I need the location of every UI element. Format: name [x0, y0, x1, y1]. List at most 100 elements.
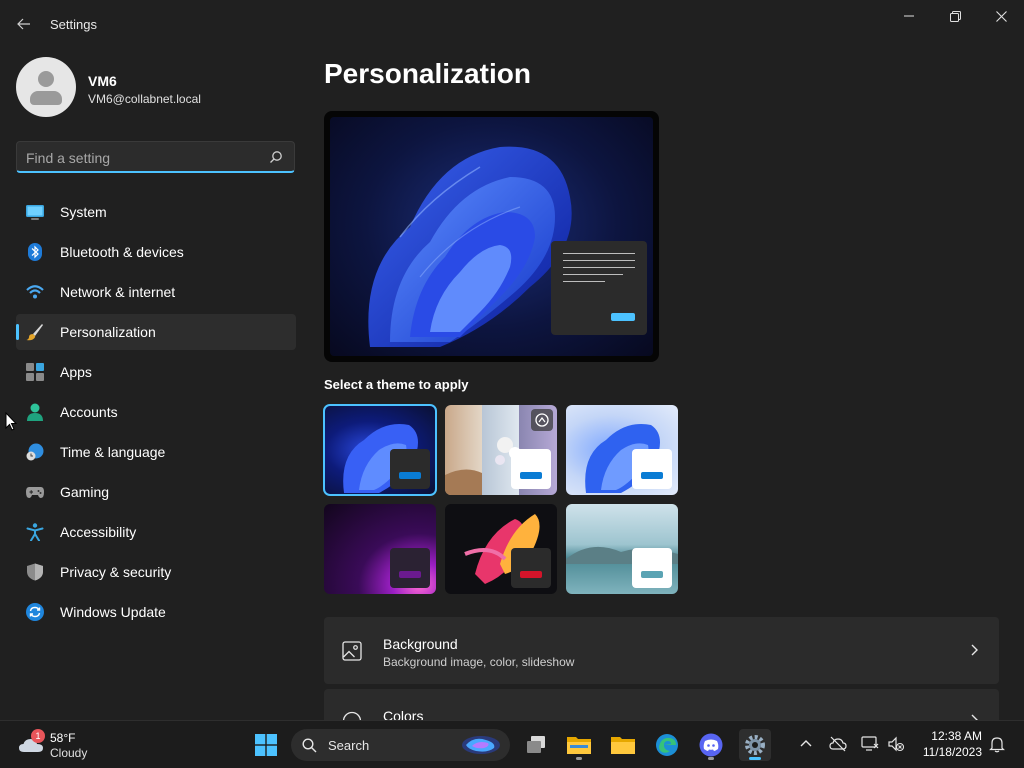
sidebar-item-network[interactable]: Network & internet [16, 274, 296, 310]
image-icon [342, 641, 362, 661]
sidebar-item-gaming[interactable]: Gaming [16, 474, 296, 510]
sidebar-item-label: Time & language [60, 444, 166, 460]
mouse-cursor-icon [5, 412, 17, 431]
background-card-subtitle: Background image, color, slideshow [383, 655, 575, 669]
brush-icon [26, 324, 43, 341]
folder-icon [567, 737, 591, 754]
sidebar-nav: System Bluetooth & devices Network & int… [16, 194, 296, 634]
settings-search[interactable] [16, 141, 295, 173]
task-view-icon [527, 736, 545, 753]
person-icon [27, 403, 43, 421]
sidebar-item-label: Network & internet [60, 284, 176, 300]
page-title: Personalization [324, 58, 531, 89]
chevron-right-icon [971, 644, 978, 656]
close-button[interactable] [978, 0, 1024, 32]
running-indicator [708, 757, 714, 760]
back-arrow-icon [17, 18, 30, 30]
settings-app-button[interactable] [739, 729, 771, 761]
copilot-icon [462, 736, 500, 754]
theme-windows-dark[interactable] [323, 404, 437, 496]
weather-widget[interactable]: 1 58°F Cloudy [14, 729, 104, 761]
background-card-title: Background [383, 636, 458, 652]
sidebar-item-label: Apps [60, 364, 92, 380]
restore-icon [949, 10, 961, 22]
preview-line [563, 267, 635, 268]
sync-icon [26, 603, 44, 621]
app-title: Settings [50, 17, 97, 32]
notification-bell-icon[interactable] [988, 735, 1006, 753]
weather-condition: Cloudy [50, 746, 88, 760]
sidebar-item-bluetooth[interactable]: Bluetooth & devices [16, 234, 296, 270]
sidebar-item-personalization[interactable]: Personalization [16, 314, 296, 350]
taskbar-clock[interactable]: 12:38 AM 11/18/2023 [916, 729, 982, 759]
theme-mini-window [632, 449, 672, 489]
accessibility-icon [26, 523, 44, 541]
shield-icon [27, 563, 43, 581]
theme-windows-spotlight[interactable] [445, 405, 557, 495]
theme-glow[interactable] [324, 504, 436, 594]
theme-accent-bar [520, 472, 542, 479]
volume-muted-icon[interactable] [887, 735, 905, 753]
sidebar-item-label: Windows Update [60, 604, 166, 620]
sidebar-item-label: System [60, 204, 107, 220]
clock-date: 11/18/2023 [922, 745, 982, 759]
sidebar-item-windows-update[interactable]: Windows Update [16, 594, 296, 630]
theme-mini-window [390, 449, 430, 489]
theme-flow[interactable] [566, 504, 678, 594]
sidebar-item-label: Accounts [60, 404, 118, 420]
sidebar-item-accessibility[interactable]: Accessibility [16, 514, 296, 550]
theme-captured-motion[interactable] [445, 504, 557, 594]
chevron-up-icon[interactable] [797, 735, 815, 753]
sidebar-item-label: Personalization [60, 324, 156, 340]
preview-desktop [330, 117, 653, 356]
taskbar-search[interactable]: Search [291, 729, 510, 761]
search-icon [302, 738, 317, 753]
spotlight-icon [535, 413, 549, 427]
theme-mini-window [511, 449, 551, 489]
active-indicator [749, 757, 761, 760]
preview-line [563, 260, 635, 261]
onedrive-offline-icon[interactable] [829, 735, 847, 753]
start-button[interactable] [250, 729, 282, 761]
file-explorer-button-2[interactable] [607, 729, 639, 761]
taskbar: 1 58°F Cloudy Search 12:38 AM 11/18/2023 [0, 720, 1024, 768]
search-input[interactable] [26, 148, 256, 168]
sidebar-item-accounts[interactable]: Accounts [16, 394, 296, 430]
theme-accent-bar [641, 571, 663, 578]
user-name: VM6 [88, 73, 117, 89]
sidebar-item-privacy-security[interactable]: Privacy & security [16, 554, 296, 590]
background-setting-card[interactable]: Background Background image, color, slid… [324, 617, 999, 684]
sidebar-item-apps[interactable]: Apps [16, 354, 296, 390]
task-view-button[interactable] [520, 729, 552, 761]
edge-button[interactable] [651, 729, 683, 761]
theme-accent-bar [641, 472, 663, 479]
windows-logo-icon [255, 734, 277, 756]
file-explorer-button[interactable] [563, 729, 595, 761]
theme-mini-window [632, 548, 672, 588]
avatar-body [30, 91, 62, 105]
user-email: VM6@collabnet.local [88, 92, 201, 106]
theme-accent-bar [399, 472, 421, 479]
close-icon [995, 10, 1007, 22]
avatar-head [38, 71, 54, 87]
back-button[interactable] [10, 12, 38, 36]
preview-line [563, 253, 635, 254]
sidebar-item-system[interactable]: System [16, 194, 296, 230]
gamepad-icon [26, 487, 44, 498]
sidebar-item-time-language[interactable]: Time & language [16, 434, 296, 470]
restore-button[interactable] [932, 0, 978, 32]
weather-notification-badge: 1 [31, 729, 45, 743]
search-icon[interactable] [269, 150, 283, 164]
preview-line [563, 281, 605, 282]
discord-icon [699, 733, 723, 757]
network-monitor-icon[interactable] [861, 735, 879, 753]
title-bar: Settings [0, 0, 1024, 48]
folder-icon [611, 737, 635, 754]
wifi-icon [26, 285, 44, 299]
discord-button[interactable] [695, 729, 727, 761]
avatar[interactable] [16, 57, 76, 117]
sidebar-item-label: Bluetooth & devices [60, 244, 184, 260]
bluetooth-icon [28, 243, 42, 261]
minimize-button[interactable] [886, 0, 932, 32]
theme-windows-light[interactable] [566, 405, 678, 495]
